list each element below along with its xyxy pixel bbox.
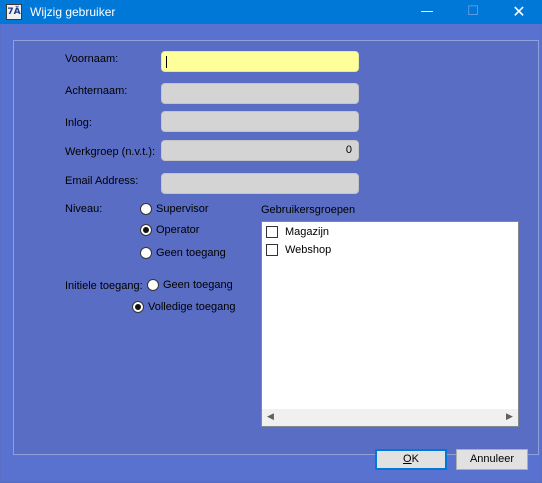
scroll-left-icon[interactable]: ◀	[262, 409, 279, 426]
radio-label: Volledige toegang	[148, 301, 236, 313]
radio-button-selected-icon	[140, 224, 152, 236]
radio-label: Supervisor	[156, 203, 209, 215]
radio-label: Geen toegang	[156, 247, 226, 259]
radio-label: Operator	[156, 224, 200, 236]
ok-button[interactable]: OK	[375, 449, 447, 470]
user-groups-label: Gebruikersgroepen	[261, 204, 356, 216]
horizontal-scrollbar[interactable]: ◀ ▶	[262, 409, 518, 426]
scroll-right-icon[interactable]: ▶	[501, 409, 518, 426]
text-caret	[166, 56, 167, 68]
list-item-webshop[interactable]: Webshop	[266, 244, 331, 256]
dialog-client-area: Voornaam: Achternaam: Inlog: Werkgroep (…	[1, 24, 541, 482]
login-label: Inlog:	[65, 117, 92, 129]
first-name-field[interactable]	[161, 51, 359, 72]
radio-button-icon	[140, 247, 152, 259]
level-operator-radio[interactable]: Operator	[140, 224, 199, 236]
level-supervisor-radio[interactable]: Supervisor	[140, 203, 209, 215]
email-label: Email Address:	[65, 175, 139, 187]
list-item-magazijn[interactable]: Magazijn	[266, 226, 329, 238]
checkbox-icon	[266, 226, 278, 238]
workgroup-label: Werkgroep (n.v.t.):	[65, 146, 156, 158]
initial-full-access-radio[interactable]: Volledige toegang	[132, 301, 235, 313]
title-bar[interactable]: 7Ä Wijzig gebruiker — ☐ ✕	[0, 0, 542, 24]
initial-access-label: Initiele toegang:	[65, 280, 143, 292]
radio-button-icon	[140, 203, 152, 215]
list-item-label: Magazijn	[285, 226, 330, 238]
user-groups-list[interactable]: Magazijn Webshop ◀ ▶	[261, 221, 519, 427]
workgroup-field[interactable]: 0	[161, 140, 359, 161]
initial-no-access-radio[interactable]: Geen toegang	[147, 279, 233, 291]
first-name-label: Voornaam:	[65, 53, 119, 65]
last-name-label: Achternaam:	[65, 85, 128, 97]
close-button[interactable]: ✕	[496, 0, 542, 24]
email-field[interactable]	[161, 173, 359, 194]
maximize-button[interactable]: ☐	[450, 0, 496, 24]
cancel-button[interactable]: Annuleer	[456, 449, 528, 470]
workgroup-value: 0	[345, 144, 352, 156]
level-label: Niveau:	[65, 203, 103, 215]
level-no-access-radio[interactable]: Geen toegang	[140, 247, 226, 259]
ok-label: K	[411, 453, 419, 465]
ok-mnemonic: O	[403, 453, 412, 465]
checkbox-icon	[266, 244, 278, 256]
minimize-button[interactable]: —	[404, 0, 450, 24]
radio-button-selected-icon	[132, 301, 144, 313]
list-item-label: Webshop	[285, 244, 332, 256]
radio-button-icon	[147, 279, 159, 291]
login-field[interactable]	[161, 111, 359, 132]
radio-label: Geen toegang	[163, 279, 233, 291]
window-title: Wijzig gebruiker	[30, 5, 116, 19]
last-name-field[interactable]	[161, 83, 359, 104]
app-icon: 7Ä	[6, 4, 22, 20]
